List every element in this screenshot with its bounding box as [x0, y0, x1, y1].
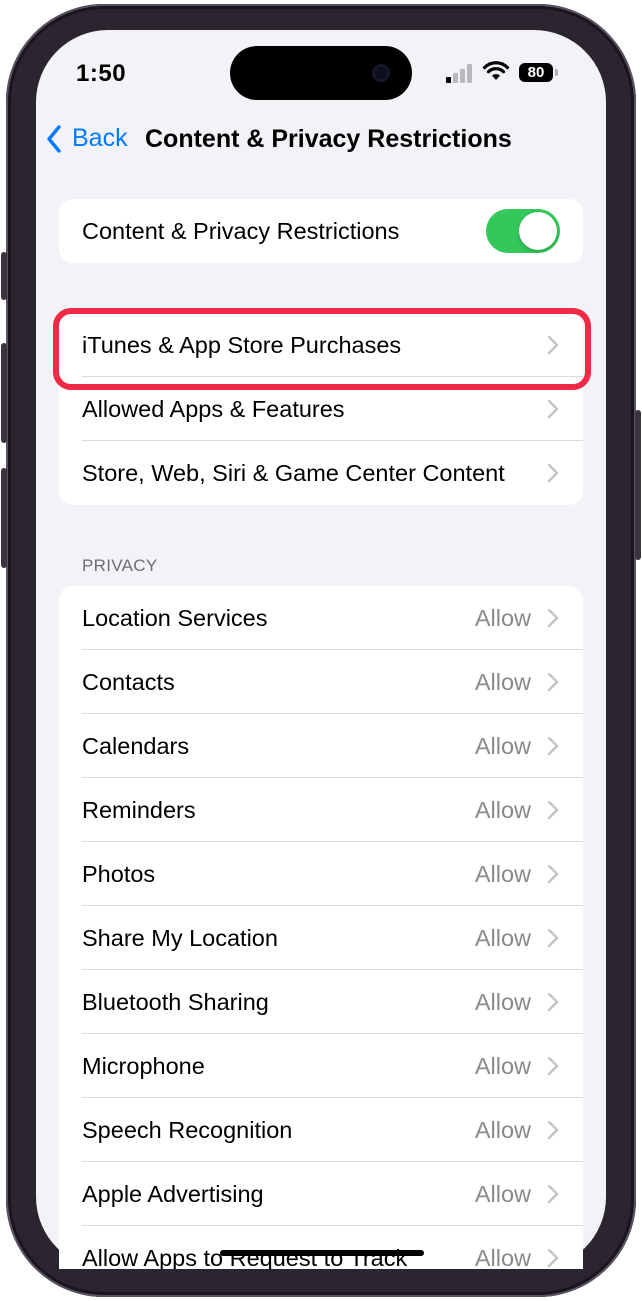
toggle-label: Content & Privacy Restrictions [82, 217, 400, 244]
row-label: Bluetooth Sharing [82, 988, 269, 1015]
chevron-left-icon [47, 124, 61, 153]
row-label: Apple Advertising [82, 1180, 264, 1207]
row-label: Calendars [82, 732, 190, 759]
row-label: Allowed Apps & Features [82, 395, 345, 422]
bluetooth-sharing-row[interactable]: Bluetooth Sharing Allow [59, 970, 583, 1034]
chevron-right-icon [547, 736, 559, 756]
chevron-right-icon [547, 672, 559, 692]
apple-advertising-row[interactable]: Apple Advertising Allow [59, 1162, 583, 1226]
chevron-right-icon [547, 608, 559, 628]
row-label: Microphone [82, 1052, 205, 1079]
content-privacy-toggle-row: Content & Privacy Restrictions [59, 199, 583, 263]
chevron-right-icon [547, 463, 559, 483]
volume-up-button [1, 343, 7, 443]
toggle-knob [519, 212, 557, 250]
chevron-right-icon [547, 992, 559, 1012]
chevron-right-icon [547, 399, 559, 419]
speech-recognition-row[interactable]: Speech Recognition Allow [59, 1098, 583, 1162]
chevron-right-icon [547, 1184, 559, 1204]
location-services-row[interactable]: Location Services Allow [59, 586, 583, 650]
back-button[interactable]: Back [46, 124, 128, 153]
row-label: Reminders [82, 796, 196, 823]
cellular-signal-icon [446, 63, 474, 83]
reminders-row[interactable]: Reminders Allow [59, 778, 583, 842]
content-privacy-toggle[interactable] [486, 209, 560, 253]
row-value: Allow [474, 668, 531, 695]
back-label: Back [72, 124, 128, 152]
chevron-right-icon [547, 800, 559, 820]
itunes-app-store-purchases-row[interactable]: iTunes & App Store Purchases [59, 313, 583, 377]
action-button [1, 252, 7, 300]
chevron-right-icon [547, 335, 559, 355]
row-label: Allow Apps to Request to Track [82, 1244, 408, 1270]
row-label: Photos [82, 860, 156, 887]
chevron-right-icon [547, 1248, 559, 1268]
home-indicator[interactable] [220, 1250, 424, 1256]
row-label: Contacts [82, 668, 175, 695]
row-value: Allow [474, 1180, 531, 1207]
wifi-icon [482, 61, 510, 80]
allowed-apps-features-row[interactable]: Allowed Apps & Features [59, 377, 583, 441]
row-value: Allow [474, 1244, 531, 1270]
row-value: Allow [474, 988, 531, 1015]
restrictions-group: iTunes & App Store Purchases Allowed App… [59, 313, 583, 505]
row-value: Allow [474, 732, 531, 759]
store-web-siri-game-center-row[interactable]: Store, Web, Siri & Game Center Content [59, 441, 583, 505]
master-toggle-group: Content & Privacy Restrictions [59, 199, 583, 263]
contacts-row[interactable]: Contacts Allow [59, 650, 583, 714]
calendars-row[interactable]: Calendars Allow [59, 714, 583, 778]
chevron-right-icon [547, 1120, 559, 1140]
photos-row[interactable]: Photos Allow [59, 842, 583, 906]
chevron-right-icon [547, 1056, 559, 1076]
row-value: Allow [474, 604, 531, 631]
row-value: Allow [474, 1116, 531, 1143]
page-title: Content & Privacy Restrictions [145, 125, 512, 153]
privacy-group: Location Services Allow Contacts Allow C… [59, 586, 583, 1269]
row-label: iTunes & App Store Purchases [82, 331, 402, 358]
row-label: Share My Location [82, 924, 278, 951]
share-my-location-row[interactable]: Share My Location Allow [59, 906, 583, 970]
allow-apps-request-track-row[interactable]: Allow Apps to Request to Track Allow [59, 1226, 583, 1269]
battery-tip [555, 69, 558, 76]
chevron-right-icon [547, 928, 559, 948]
chevron-right-icon [547, 864, 559, 884]
battery-icon: 80 [519, 63, 553, 82]
row-label: Store, Web, Siri & Game Center Content [82, 459, 505, 486]
status-time: 1:50 [76, 60, 127, 87]
front-camera-icon [372, 64, 390, 82]
row-label: Location Services [82, 604, 268, 631]
row-value: Allow [474, 924, 531, 951]
volume-down-button [1, 468, 7, 568]
power-button [635, 410, 641, 560]
microphone-row[interactable]: Microphone Allow [59, 1034, 583, 1098]
row-value: Allow [474, 860, 531, 887]
row-value: Allow [474, 1052, 531, 1079]
privacy-section-header: PRIVACY [82, 556, 158, 575]
row-label: Speech Recognition [82, 1116, 293, 1143]
row-value: Allow [474, 796, 531, 823]
dynamic-island [230, 46, 412, 100]
